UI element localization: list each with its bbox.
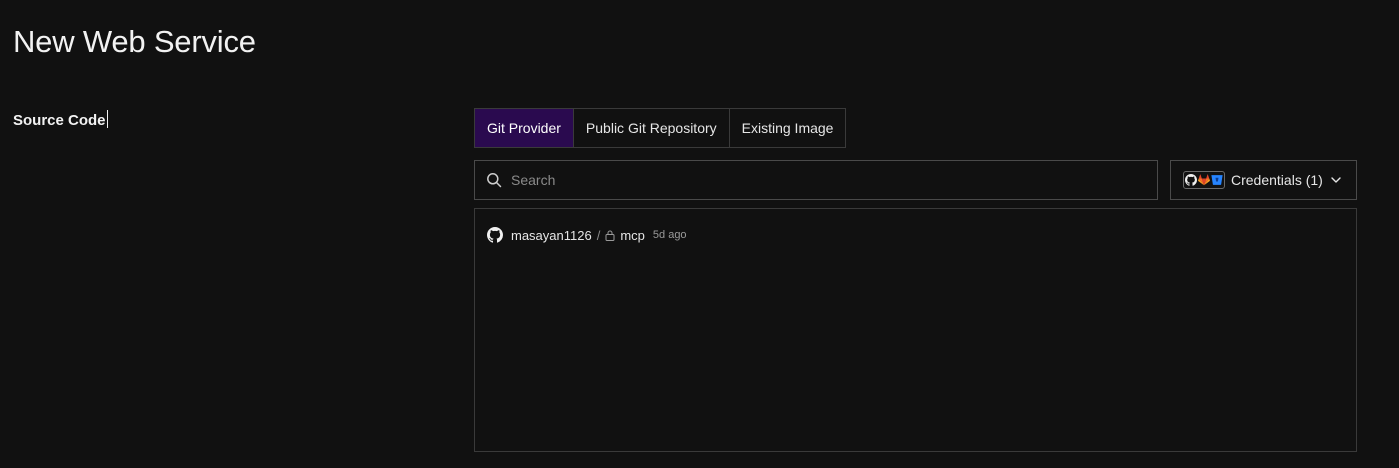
lock-icon <box>605 230 615 241</box>
tab-git-provider[interactable]: Git Provider <box>475 109 573 147</box>
credentials-label: Credentials (1) <box>1231 172 1323 188</box>
tab-existing-image[interactable]: Existing Image <box>728 109 846 147</box>
bitbucket-icon <box>1211 174 1223 186</box>
tab-public-git-repository[interactable]: Public Git Repository <box>572 109 729 147</box>
repository-updated: 5d ago <box>652 229 687 241</box>
repository-separator: / <box>596 227 601 243</box>
repository-owner: masayan1126 <box>511 227 592 243</box>
chevron-down-icon <box>1330 174 1342 186</box>
search-input[interactable] <box>511 161 1157 199</box>
provider-icons <box>1183 171 1225 189</box>
gitlab-icon <box>1198 174 1210 186</box>
source-type-tabs: Git Provider Public Git Repository Exist… <box>474 108 847 148</box>
credentials-dropdown[interactable]: Credentials (1) <box>1170 160 1357 200</box>
source-code-label-text: Source Code <box>13 112 106 129</box>
search-icon <box>486 172 502 188</box>
repository-name: mcp <box>620 227 645 243</box>
text-cursor <box>106 110 108 128</box>
repository-item[interactable]: masayan1126 / mcp 5d ago <box>487 227 687 243</box>
source-code-label: Source Code <box>13 110 108 129</box>
search-box[interactable] <box>474 160 1158 200</box>
github-icon <box>1185 174 1198 186</box>
github-icon <box>487 227 503 243</box>
page-title: New Web Service <box>13 24 256 59</box>
repository-list: masayan1126 / mcp 5d ago <box>474 208 1357 452</box>
